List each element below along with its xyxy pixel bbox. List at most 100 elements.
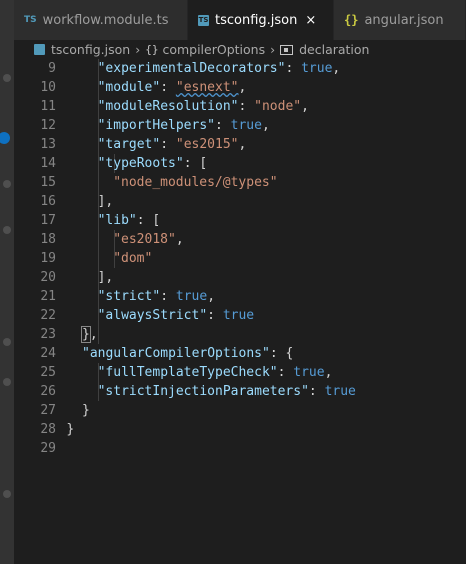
code-token: : [160,80,176,95]
accounts-icon[interactable] [3,490,11,498]
code-line[interactable]: 10 "module": "esnext", [14,78,466,97]
code-line[interactable]: 20], [14,268,466,287]
code-token: : [285,61,302,76]
code-text: "angularCompilerOptions": { [82,344,293,363]
code-editor[interactable]: 9 "experimentalDecorators": true, 10 "modul… [14,59,466,564]
line-number: 15 [40,175,56,190]
code-line[interactable]: 18 "es2018", [14,230,466,249]
code-text: "strict": true, [98,287,215,306]
code-line[interactable]: 14 "typeRoots": [ [14,154,466,173]
breadcrumb-section[interactable]: compilerOptions [162,42,265,57]
code-token: true [301,61,333,76]
line-number: 28 [40,422,56,437]
chevron-right-icon: › [135,42,141,57]
tsconfig-file-icon: TS [198,14,209,26]
tsconfig-file-icon [34,44,45,55]
line-number: 20 [40,270,56,285]
code-token: : [215,118,231,133]
code-token: "target" [97,137,161,152]
code-token: "typeRoots" [97,156,184,171]
code-token: "angularCompilerOptions" [82,346,270,361]
tab-tsconfig[interactable]: TS tsconfig.json × [188,0,334,40]
code-token: : [277,365,294,380]
line-number: 26 [40,384,56,399]
code-token: "strictInjectionParameters" [97,384,309,399]
code-line[interactable]: 28} [14,420,466,439]
code-line[interactable]: 11 "moduleResolution": "node", [14,97,466,116]
code-line[interactable]: 27} [14,401,466,420]
code-line[interactable]: 29 [14,439,466,458]
line-number: 23 [40,327,56,342]
code-line[interactable]: 19 "dom" [14,249,466,268]
code-token: } [81,326,91,343]
tab-label: angular.json [364,12,444,28]
code-token: true [293,365,325,380]
code-text: "dom" [113,249,152,268]
code-text: "strictInjectionParameters": true [98,382,356,401]
line-number: 21 [40,289,56,304]
code-line[interactable]: 21 "strict": true, [14,287,466,306]
code-token: "moduleResolution" [97,99,239,114]
code-line[interactable]: 13 "target": "es2015", [14,135,466,154]
remote-icon[interactable] [3,378,11,386]
extensions-icon[interactable] [3,338,11,346]
code-token: : [160,137,176,152]
code-token: "lib" [97,213,137,228]
code-token: "es2015" [175,137,239,152]
code-token: : [308,384,325,399]
debug-icon[interactable] [3,226,11,234]
activity-bar [0,0,14,564]
code-token: "module" [97,80,161,95]
line-number: 18 [40,232,56,247]
tab-workflow-module[interactable]: TS workflow.module.ts [14,0,188,40]
code-line[interactable]: 26 "strictInjectionParameters": true [14,382,466,401]
breadcrumb-file[interactable]: tsconfig.json [51,42,130,57]
code-token: : [207,308,223,323]
code-token: ], [97,270,114,285]
tab-angular-json[interactable]: {} angular.json [334,0,466,40]
code-token: "fullTemplateTypeCheck" [97,365,278,380]
line-number: 22 [40,308,56,323]
code-text: "moduleResolution": "node", [98,97,309,116]
code-line[interactable]: 24 "angularCompilerOptions": { [14,344,466,363]
code-token: "dom" [113,251,153,266]
line-number: 29 [40,441,56,456]
code-line[interactable]: 16], [14,192,466,211]
code-text: } [66,420,74,439]
code-token: , [175,232,184,247]
code-text: "node_modules/@types" [113,173,277,192]
line-number: 19 [40,251,56,266]
code-token: : { [269,346,294,361]
code-token: , [261,118,270,133]
code-line[interactable]: 9 "experimentalDecorators": true, [14,59,466,78]
code-line[interactable]: 25 "fullTemplateTypeCheck": true, [14,363,466,382]
code-text: "experimentalDecorators": true, [98,59,341,78]
code-text: ], [98,268,114,287]
line-number: 13 [40,137,56,152]
code-token: "importHelpers" [97,118,215,133]
code-token: } [66,422,75,437]
code-line[interactable]: 23}, [14,325,466,344]
line-number: 16 [40,194,56,209]
line-number: 11 [40,99,56,114]
code-line[interactable]: 12 "importHelpers": true, [14,116,466,135]
code-token: , [301,99,309,114]
breadcrumb-leaf[interactable]: declaration [299,42,369,57]
code-text: "importHelpers": true, [98,116,270,135]
chevron-right-icon: › [270,42,276,57]
source-control-icon[interactable] [3,180,11,188]
code-token: "esnext" [175,80,239,95]
explorer-icon[interactable] [3,74,11,82]
code-token: ], [97,194,114,209]
code-token: "node" [254,99,302,114]
code-token: : [238,99,255,114]
notification-badge [0,132,10,144]
code-line[interactable]: 22 "alwaysStrict": true [14,306,466,325]
line-number: 12 [40,118,56,133]
code-text: "fullTemplateTypeCheck": true, [98,363,333,382]
code-line[interactable]: 17 "lib": [ [14,211,466,230]
code-line[interactable]: 15 "node_modules/@types" [14,173,466,192]
close-icon[interactable]: × [305,13,316,28]
code-text: "target": "es2015", [98,135,247,154]
line-number: 9 [48,61,56,76]
